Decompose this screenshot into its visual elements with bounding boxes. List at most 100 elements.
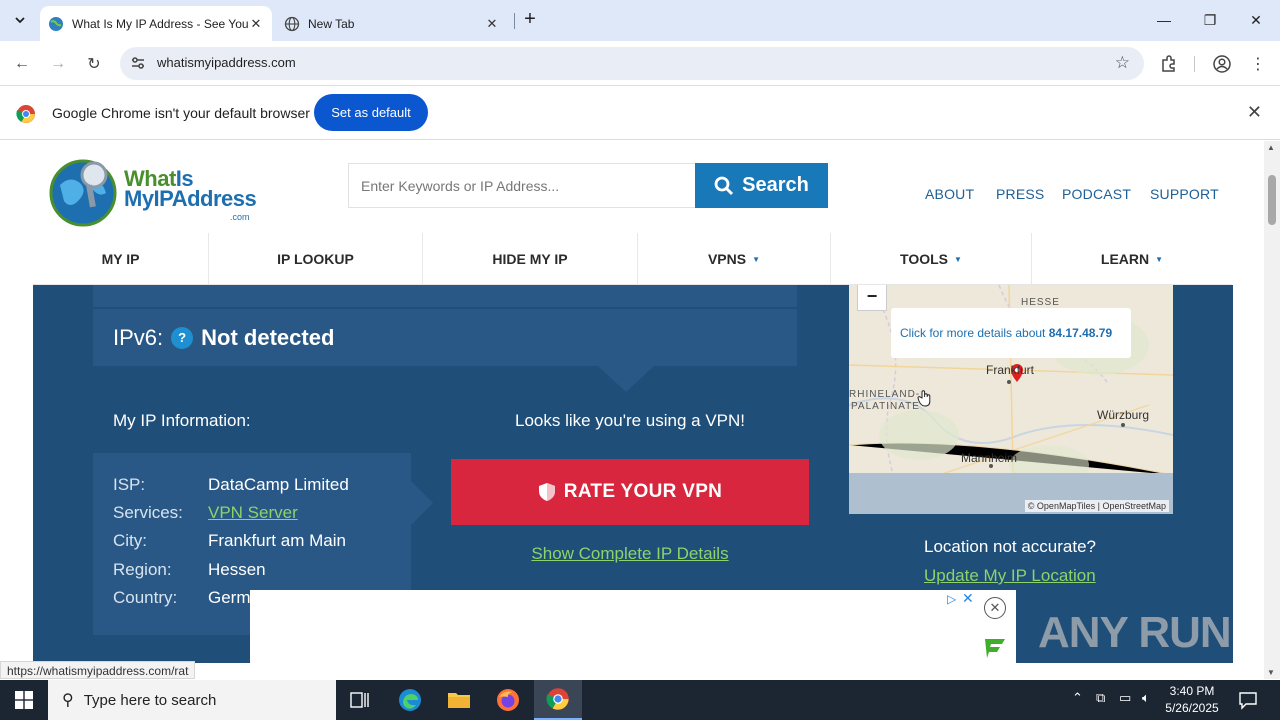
volume-icon[interactable]: 🔈︎ xyxy=(1142,690,1150,706)
url-text[interactable]: whatismyipaddress.com xyxy=(157,55,296,70)
scroll-down-icon[interactable]: ▼ xyxy=(1267,668,1275,677)
search-icon xyxy=(714,176,734,195)
close-tab-icon[interactable]: ✕ xyxy=(248,16,264,32)
ad-network-logo-icon xyxy=(985,639,1005,658)
tab-search-button[interactable] xyxy=(8,8,32,32)
vpn-server-link[interactable]: VPN Server xyxy=(208,503,298,522)
scrollbar-thumb[interactable] xyxy=(1268,175,1276,225)
map-label-palatinate: PALATINATE xyxy=(851,401,920,412)
vpn-detected-message: Looks like you're using a VPN! xyxy=(514,411,746,430)
windows-taskbar: ⚲ Type here to search ⌃ ⧉ ▭ 🔈︎ 3:40 PM 5… xyxy=(0,680,1280,720)
taskbar-search-box[interactable]: ⚲ Type here to search xyxy=(48,680,336,720)
rate-button-label: RATE YOUR VPN xyxy=(563,481,723,502)
default-browser-infobar: Google Chrome isn't your default browser… xyxy=(0,87,1280,140)
arrow-left-icon: ← xyxy=(14,55,30,72)
plus-icon: + xyxy=(524,8,536,30)
site-logo-text[interactable]: WhatIs MyIPAddress .com xyxy=(124,168,257,223)
minimize-button[interactable]: — xyxy=(1152,8,1176,32)
tray-overflow-icon[interactable]: ⌃ xyxy=(1072,690,1083,706)
folder-icon xyxy=(448,693,470,708)
site-search-input[interactable]: Enter Keywords or IP Address... xyxy=(348,163,696,208)
caret-down-icon: ▼ xyxy=(954,254,962,264)
support-link[interactable]: SUPPORT xyxy=(1150,186,1219,202)
podcast-link[interactable]: PODCAST xyxy=(1062,186,1131,202)
set-as-default-button[interactable]: Set as default xyxy=(314,94,428,131)
firefox-icon xyxy=(497,689,519,711)
taskbar-clock[interactable]: 3:40 PM 5/26/2025 xyxy=(1160,683,1224,717)
close-tab-icon[interactable]: ✕ xyxy=(484,16,500,32)
chrome-icon xyxy=(546,688,569,710)
location-map[interactable]: − Click for more details about 84.17.48.… xyxy=(849,285,1173,514)
forward-button[interactable]: → xyxy=(44,50,72,78)
info-row-city: City: Frankfurt am Main xyxy=(113,531,346,550)
about-link[interactable]: ABOUT xyxy=(925,186,974,202)
map-popup[interactable]: Click for more details about 84.17.48.79 xyxy=(891,308,1131,358)
map-attribution[interactable]: © OpenMapTiles | OpenStreetMap xyxy=(1024,500,1169,512)
rate-your-vpn-button[interactable]: RATE YOUR VPN xyxy=(451,459,809,525)
ad-x-icon[interactable]: ✕ xyxy=(962,590,974,607)
browser-toolbar: ← → ↻ whatismyipaddress.com ☆ ⋮ xyxy=(0,41,1280,86)
adchoices-icon[interactable]: ▷ xyxy=(947,592,956,606)
nav-learn[interactable]: LEARN ▼ xyxy=(1032,233,1232,285)
tab-whatismyip[interactable]: What Is My IP Address - See Your ✕ xyxy=(40,6,272,41)
web-page: WhatIs MyIPAddress .com Enter Keywords o… xyxy=(0,141,1264,663)
ipv6-label: IPv6: xyxy=(113,324,164,350)
toolbar-divider xyxy=(1194,56,1195,72)
caret-down-icon: ▼ xyxy=(1155,254,1164,264)
map-label-hesse: HESSE xyxy=(1021,297,1060,308)
bookmark-star-icon[interactable]: ☆ xyxy=(1115,53,1130,73)
press-link[interactable]: PRESS xyxy=(996,186,1044,202)
site-info-icon[interactable] xyxy=(130,55,146,71)
new-tab-button[interactable]: + xyxy=(518,8,542,32)
globe-favicon-icon xyxy=(49,16,63,31)
address-bar[interactable]: whatismyipaddress.com ☆ xyxy=(120,47,1144,80)
advertisement[interactable]: ▷ ✕ ✕ xyxy=(250,590,1016,663)
nav-hide-my-ip[interactable]: HIDE MY IP xyxy=(423,233,638,285)
site-search-button[interactable]: Search xyxy=(695,163,828,208)
back-button[interactable]: ← xyxy=(8,50,36,78)
caret-down-icon: ▼ xyxy=(752,254,761,264)
nav-vpns[interactable]: VPNS ▼ xyxy=(638,233,831,285)
map-zoom-out-button[interactable]: − xyxy=(857,285,887,311)
update-location-link[interactable]: Update My IP Location xyxy=(924,566,1096,586)
task-view-button[interactable] xyxy=(336,680,384,720)
status-bar-url: https://whatismyipaddress.com/rat xyxy=(0,661,196,679)
site-logo-globe-icon[interactable] xyxy=(48,157,118,227)
minimize-icon: — xyxy=(1157,12,1171,28)
show-complete-ip-details-link[interactable]: Show Complete IP Details xyxy=(451,544,809,564)
nav-my-ip[interactable]: MY IP xyxy=(33,233,209,285)
nav-ip-lookup[interactable]: IP LOOKUP xyxy=(209,233,423,285)
close-window-button[interactable]: ✕ xyxy=(1244,8,1268,32)
clock-time: 3:40 PM xyxy=(1169,684,1215,698)
task-view-icon xyxy=(350,692,369,708)
page-scrollbar[interactable]: ▲ ▼ xyxy=(1264,141,1280,679)
globe-icon xyxy=(284,16,300,31)
nav-tools[interactable]: TOOLS ▼ xyxy=(831,233,1032,285)
tray-device-icon[interactable]: ⧉ xyxy=(1096,690,1105,706)
taskbar-firefox[interactable] xyxy=(484,680,532,720)
menu-button[interactable]: ⋮ xyxy=(1244,50,1272,78)
taskbar-file-explorer[interactable] xyxy=(435,680,483,720)
info-box-pointer xyxy=(411,481,433,525)
popup-ip: 84.17.48.79 xyxy=(1048,326,1113,340)
tab-new-tab[interactable]: New Tab ✕ xyxy=(276,6,508,41)
help-icon[interactable]: ? xyxy=(171,326,194,349)
chevron-down-icon xyxy=(15,17,25,24)
restore-icon: ❐ xyxy=(1203,12,1217,28)
taskbar-edge[interactable] xyxy=(386,680,434,720)
start-button[interactable] xyxy=(0,680,48,720)
profile-button[interactable] xyxy=(1208,50,1236,78)
taskbar-chrome[interactable] xyxy=(534,680,582,720)
profile-icon xyxy=(1213,55,1231,73)
close-infobar-icon[interactable]: ✕ xyxy=(1247,102,1262,123)
restore-button[interactable]: ❐ xyxy=(1198,8,1222,32)
logo-myipaddress: MyIPAddress xyxy=(124,186,257,211)
search-button-label: Search xyxy=(742,174,809,196)
reload-button[interactable]: ↻ xyxy=(80,50,108,78)
ad-close-icon[interactable]: ✕ xyxy=(984,597,1006,619)
network-icon[interactable]: ▭ xyxy=(1119,690,1131,706)
scroll-up-icon[interactable]: ▲ xyxy=(1267,143,1275,152)
extensions-button[interactable] xyxy=(1155,50,1183,78)
notifications-icon[interactable] xyxy=(1238,690,1258,710)
more-vert-icon: ⋮ xyxy=(1250,56,1266,73)
